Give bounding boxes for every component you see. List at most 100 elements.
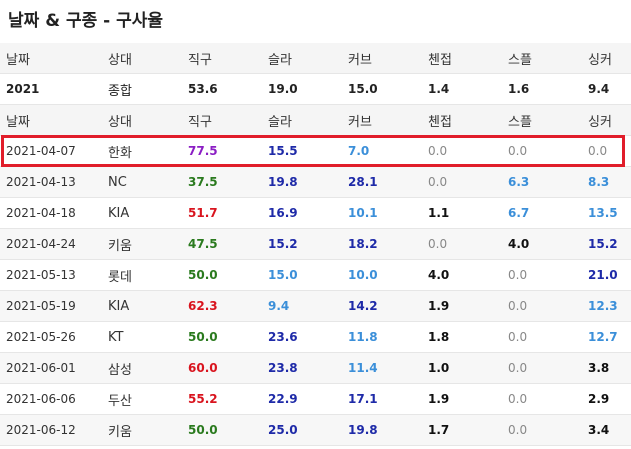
pitch-usage-table: 날짜 상대 직구 슬라 커브 첸접 스플 싱커 2021 종합 53.6 19.… — [0, 43, 631, 446]
summary-sinker: 9.4 — [582, 73, 631, 105]
row-splitter-value: 0.0 — [502, 352, 582, 384]
subheader-changeup: 첸접 — [422, 104, 502, 136]
row-opponent: 키움 — [102, 414, 182, 446]
row-sinker-value: 3.4 — [582, 414, 631, 446]
row-sinker-value: 13.5 — [582, 197, 631, 229]
row-changeup-value: 1.1 — [422, 197, 502, 229]
row-splitter-value: 6.3 — [502, 166, 582, 198]
row-splitter-value: 0.0 — [502, 135, 582, 167]
row-date: 2021-05-26 — [0, 321, 102, 353]
table-row: 2021-05-26 KT 50.0 23.6 11.8 1.8 0.0 12.7 — [0, 321, 631, 353]
row-fastball-value: 50.0 — [182, 321, 262, 353]
row-sinker-value: 2.9 — [582, 383, 631, 415]
row-sinker-value: 15.2 — [582, 228, 631, 260]
row-slider-value: 15.5 — [262, 135, 342, 167]
row-splitter-value: 0.0 — [502, 414, 582, 446]
table-row: 2021-06-01 삼성 60.0 23.8 11.4 1.0 0.0 3.8 — [0, 352, 631, 384]
row-fastball-value: 51.7 — [182, 197, 262, 229]
table-subheader-row: 날짜 상대 직구 슬라 커브 첸접 스플 싱커 — [0, 104, 631, 136]
row-curve-value: 11.8 — [342, 321, 422, 353]
row-curve-value: 19.8 — [342, 414, 422, 446]
table-row: 2021-05-13 롯데 50.0 15.0 10.0 4.0 0.0 21.0 — [0, 259, 631, 291]
row-curve-value: 11.4 — [342, 352, 422, 384]
summary-year: 2021 — [0, 73, 102, 105]
header-date: 날짜 — [0, 43, 102, 74]
row-changeup-value: 0.0 — [422, 135, 502, 167]
row-date: 2021-04-07 — [0, 135, 102, 167]
row-sinker-value: 12.3 — [582, 290, 631, 322]
row-changeup-value: 1.9 — [422, 290, 502, 322]
row-slider-value: 15.2 — [262, 228, 342, 260]
summary-slider: 19.0 — [262, 73, 342, 105]
row-date: 2021-04-13 — [0, 166, 102, 198]
row-changeup-value: 0.0 — [422, 228, 502, 260]
table-row: 2021-04-07 한화 77.5 15.5 7.0 0.0 0.0 0.0 — [0, 135, 631, 167]
row-sinker-value: 8.3 — [582, 166, 631, 198]
row-changeup-value: 1.0 — [422, 352, 502, 384]
row-sinker-value: 3.8 — [582, 352, 631, 384]
row-curve-value: 28.1 — [342, 166, 422, 198]
row-opponent: KIA — [102, 197, 182, 229]
row-curve-value: 18.2 — [342, 228, 422, 260]
row-changeup-value: 1.9 — [422, 383, 502, 415]
row-fastball-value: 55.2 — [182, 383, 262, 415]
row-fastball-value: 47.5 — [182, 228, 262, 260]
summary-curve: 15.0 — [342, 73, 422, 105]
row-date: 2021-06-12 — [0, 414, 102, 446]
row-slider-value: 9.4 — [262, 290, 342, 322]
row-opponent: 키움 — [102, 228, 182, 260]
header-fastball: 직구 — [182, 43, 262, 74]
row-date: 2021-06-01 — [0, 352, 102, 384]
row-slider-value: 19.8 — [262, 166, 342, 198]
row-slider-value: 23.6 — [262, 321, 342, 353]
row-slider-value: 22.9 — [262, 383, 342, 415]
row-opponent: 두산 — [102, 383, 182, 415]
row-splitter-value: 0.0 — [502, 383, 582, 415]
summary-fastball: 53.6 — [182, 73, 262, 105]
subheader-opponent: 상대 — [102, 104, 182, 136]
subheader-date: 날짜 — [0, 104, 102, 136]
row-splitter-value: 0.0 — [502, 290, 582, 322]
row-splitter-value: 4.0 — [502, 228, 582, 260]
row-sinker-value: 0.0 — [582, 135, 631, 167]
table-row: 2021-04-24 키움 47.5 15.2 18.2 0.0 4.0 15.2 — [0, 228, 631, 260]
row-date: 2021-05-13 — [0, 259, 102, 291]
row-sinker-value: 12.7 — [582, 321, 631, 353]
summary-splitter: 1.6 — [502, 73, 582, 105]
title-bar: 날짜 & 구종 - 구사율 — [0, 0, 631, 40]
subheader-fastball: 직구 — [182, 104, 262, 136]
header-slider: 슬라 — [262, 43, 342, 74]
subheader-slider: 슬라 — [262, 104, 342, 136]
row-curve-value: 14.2 — [342, 290, 422, 322]
row-splitter-value: 0.0 — [502, 259, 582, 291]
row-fastball-value: 77.5 — [182, 135, 262, 167]
summary-changeup: 1.4 — [422, 73, 502, 105]
table-row: 2021-06-06 두산 55.2 22.9 17.1 1.9 0.0 2.9 — [0, 383, 631, 415]
row-fastball-value: 50.0 — [182, 259, 262, 291]
row-changeup-value: 1.8 — [422, 321, 502, 353]
row-opponent: KIA — [102, 290, 182, 322]
row-opponent: 삼성 — [102, 352, 182, 384]
row-opponent: KT — [102, 321, 182, 353]
row-changeup-value: 4.0 — [422, 259, 502, 291]
header-opponent: 상대 — [102, 43, 182, 74]
table-row: 2021-04-13 NC 37.5 19.8 28.1 0.0 6.3 8.3 — [0, 166, 631, 198]
row-splitter-value: 0.0 — [502, 321, 582, 353]
subheader-sinker: 싱커 — [582, 104, 631, 136]
header-splitter: 스플 — [502, 43, 582, 74]
row-curve-value: 17.1 — [342, 383, 422, 415]
table-row: 2021-05-19 KIA 62.3 9.4 14.2 1.9 0.0 12.3 — [0, 290, 631, 322]
subheader-splitter: 스플 — [502, 104, 582, 136]
table-row: 2021-04-18 KIA 51.7 16.9 10.1 1.1 6.7 13.5 — [0, 197, 631, 229]
header-curve: 커브 — [342, 43, 422, 74]
page-title: 날짜 & 구종 - 구사율 — [8, 11, 164, 31]
row-sinker-value: 21.0 — [582, 259, 631, 291]
row-fastball-value: 62.3 — [182, 290, 262, 322]
table-row: 2021-06-12 키움 50.0 25.0 19.8 1.7 0.0 3.4 — [0, 414, 631, 446]
row-opponent: 롯데 — [102, 259, 182, 291]
row-slider-value: 15.0 — [262, 259, 342, 291]
summary-row: 2021 종합 53.6 19.0 15.0 1.4 1.6 9.4 — [0, 73, 631, 105]
header-changeup: 첸접 — [422, 43, 502, 74]
row-curve-value: 10.0 — [342, 259, 422, 291]
row-fastball-value: 60.0 — [182, 352, 262, 384]
